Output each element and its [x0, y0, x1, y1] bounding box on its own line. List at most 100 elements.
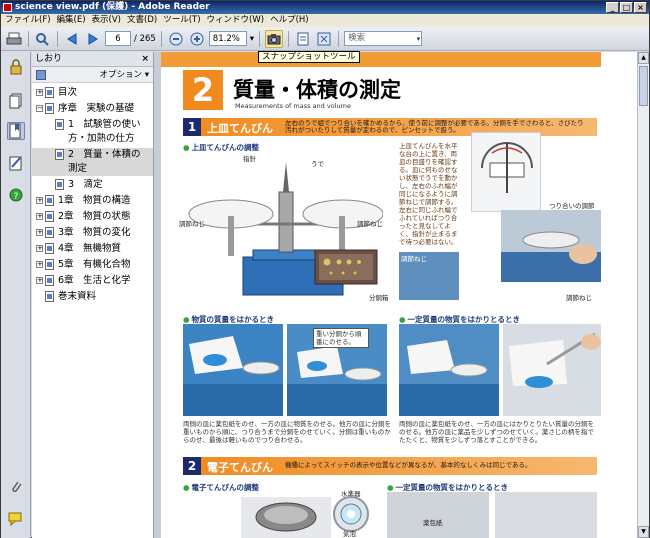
search-input[interactable]: 検索 ▾	[344, 31, 423, 46]
caption-measure-mass: 両側の皿に薬包紙をのせ、一方の皿に物質をのせる。他方の皿に分銅を重いものから順に…	[183, 420, 391, 444]
expand-toggle-icon[interactable]: +	[36, 261, 43, 268]
snapshot-tooltip: スナップショットツール	[258, 51, 360, 63]
svg-text:?: ?	[14, 192, 19, 202]
expand-toggle-icon[interactable]: +	[36, 197, 43, 204]
section-description: 機種によってスイッチの表示や位置などが異なるが、基本的なしくみは同じである。	[285, 461, 532, 469]
bookmark-item[interactable]: 1 試験管の使い方・加熱の仕方	[32, 118, 153, 146]
comments-icon[interactable]	[7, 510, 25, 528]
weights-box-photo	[311, 242, 381, 290]
window-title: science view.pdf (保護) - Adobe Reader	[15, 2, 210, 12]
document-page: 2 質量・体積の測定 Measurements of mass and volu…	[161, 52, 637, 538]
bookmark-item[interactable]: 巻末資料	[32, 290, 153, 304]
attachments-icon[interactable]	[7, 478, 25, 496]
toolbar: / 265 ▾ 検索 ▾	[1, 27, 649, 51]
bookmark-item[interactable]: + 2章 物質の状態	[32, 210, 153, 224]
bookmark-item[interactable]: − 序章 実験の基礎	[32, 102, 153, 116]
bookmark-page-icon	[45, 103, 54, 114]
full-screen-icon[interactable]	[315, 30, 333, 48]
minimize-button[interactable]: _	[606, 2, 619, 13]
label-adjust-screw-photo: 調節ねじ	[401, 255, 427, 263]
section-number: 2	[183, 457, 201, 475]
electronic-balance-photo	[241, 497, 331, 538]
menu-bar: ファイル(F) 編集(E) 表示(V) 文書(D) ツール(T) ウィンドウ(W…	[1, 14, 649, 27]
page-header-ribbon	[161, 52, 601, 67]
navigation-rail: ?	[1, 52, 31, 538]
chapter-title: 質量・体積の測定	[233, 77, 401, 102]
subheading: 電子てんびんの調整	[183, 482, 260, 493]
label-weights-box: 分銅箱	[369, 294, 389, 302]
bookmark-page-icon	[45, 87, 54, 98]
lock-icon[interactable]	[7, 58, 25, 76]
window-controls: _ □ ×	[606, 2, 647, 13]
help-icon[interactable]: ?	[7, 186, 25, 204]
menu-window[interactable]: ウィンドウ(W)	[206, 14, 270, 27]
bookmark-list: + 目次 − 序章 実験の基礎 1 試験管の使い方・加熱の仕方 2 質量・体積の…	[32, 83, 153, 304]
bookmarks-title: しおり	[35, 54, 63, 64]
signatures-icon[interactable]	[7, 154, 25, 172]
bookmark-page-icon	[45, 291, 54, 302]
next-page-icon[interactable]	[84, 30, 102, 48]
page-number-input[interactable]	[105, 31, 131, 46]
zoom-in-icon[interactable]	[188, 30, 206, 48]
options-button[interactable]: オプション ▾	[100, 67, 149, 83]
title-bar: science view.pdf (保護) - Adobe Reader _ □…	[1, 1, 649, 14]
paper-photo-1	[387, 492, 489, 538]
bookmark-item[interactable]: + 5章 有機化合物	[32, 258, 153, 272]
expand-toggle-icon[interactable]: +	[36, 245, 43, 252]
bookmark-menu-icon[interactable]	[36, 70, 46, 80]
expand-toggle-icon[interactable]: +	[36, 89, 43, 96]
expand-toggle-icon[interactable]: +	[36, 229, 43, 236]
menu-help[interactable]: ヘルプ(H)	[269, 14, 314, 27]
label-balance-adjust: つり合いの調節	[549, 202, 595, 210]
expand-toggle-icon[interactable]: +	[36, 277, 43, 284]
maximize-button[interactable]: □	[620, 2, 633, 13]
measure-photo-4	[503, 324, 601, 416]
toolbar-separator	[259, 30, 261, 47]
bookmark-item[interactable]: 3 滴定	[32, 178, 153, 192]
adobe-reader-icon	[3, 3, 12, 12]
zoom-level-input[interactable]	[208, 31, 247, 46]
bookmark-item-selected[interactable]: 2 質量・体積の測定	[32, 148, 153, 176]
bookmark-page-icon	[45, 195, 54, 206]
pages-icon[interactable]	[7, 92, 25, 110]
menu-document[interactable]: 文書(D)	[126, 14, 162, 27]
bookmark-page-icon	[45, 243, 54, 254]
fit-page-icon[interactable]	[294, 30, 312, 48]
vertical-scrollbar[interactable]: ▲ ▼	[637, 52, 649, 538]
bookmark-item[interactable]: + 6章 生活と化学	[32, 274, 153, 288]
bookmark-page-icon	[45, 259, 54, 270]
level-gauge-photo	[333, 496, 369, 532]
menu-tools[interactable]: ツール(T)	[162, 14, 205, 27]
bookmark-item[interactable]: + 1章 物質の構造	[32, 194, 153, 208]
search-tool-icon[interactable]	[34, 30, 52, 48]
bookmark-item[interactable]: + 3章 物質の変化	[32, 226, 153, 240]
scroll-down-icon[interactable]: ▼	[638, 526, 649, 538]
expand-toggle-icon[interactable]: +	[36, 213, 43, 220]
label-bubble: 気泡	[343, 530, 356, 538]
label-pointer: 指針	[243, 155, 256, 163]
bookmark-page-icon	[55, 179, 64, 190]
scroll-up-icon[interactable]: ▲	[638, 52, 649, 64]
menu-file[interactable]: ファイル(F)	[4, 14, 56, 27]
section-title: 電子てんびん	[207, 461, 273, 474]
previous-page-icon[interactable]	[63, 30, 81, 48]
bookmark-item[interactable]: + 目次	[32, 86, 153, 100]
panel-splitter[interactable]	[154, 52, 161, 538]
close-button[interactable]: ×	[634, 2, 647, 13]
page-total: / 265	[134, 33, 156, 44]
collapse-toggle-icon[interactable]: −	[36, 105, 43, 112]
bookmarks-icon[interactable]	[7, 122, 25, 140]
menu-edit[interactable]: 編集(E)	[56, 14, 91, 27]
close-panel-icon[interactable]: ×	[141, 52, 149, 67]
chapter-number: 2	[183, 70, 223, 110]
zoom-out-icon[interactable]	[167, 30, 185, 48]
bookmark-page-icon	[45, 227, 54, 238]
print-icon[interactable]	[5, 30, 23, 48]
bookmark-item[interactable]: + 4章 無機物質	[32, 242, 153, 256]
chapter-subtitle: Measurements of mass and volume	[235, 102, 351, 110]
snapshot-tool-icon[interactable]	[265, 29, 284, 48]
scroll-thumb[interactable]	[639, 66, 648, 106]
menu-view[interactable]: 表示(V)	[91, 14, 126, 27]
search-dropdown-icon[interactable]: ▾	[417, 33, 421, 46]
zoom-dropdown-icon[interactable]: ▾	[250, 34, 254, 44]
